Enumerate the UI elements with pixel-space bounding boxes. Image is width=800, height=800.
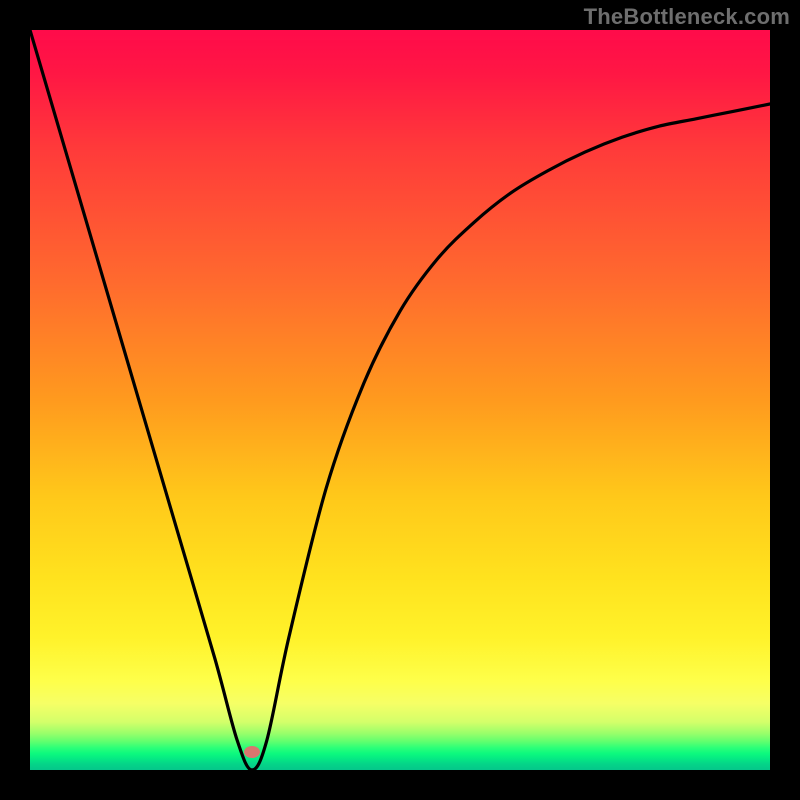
watermark-label: TheBottleneck.com xyxy=(584,4,790,30)
plot-area xyxy=(30,30,770,770)
bottleneck-curve xyxy=(30,30,770,770)
optimal-point-marker xyxy=(244,746,260,758)
chart-frame: TheBottleneck.com xyxy=(0,0,800,800)
